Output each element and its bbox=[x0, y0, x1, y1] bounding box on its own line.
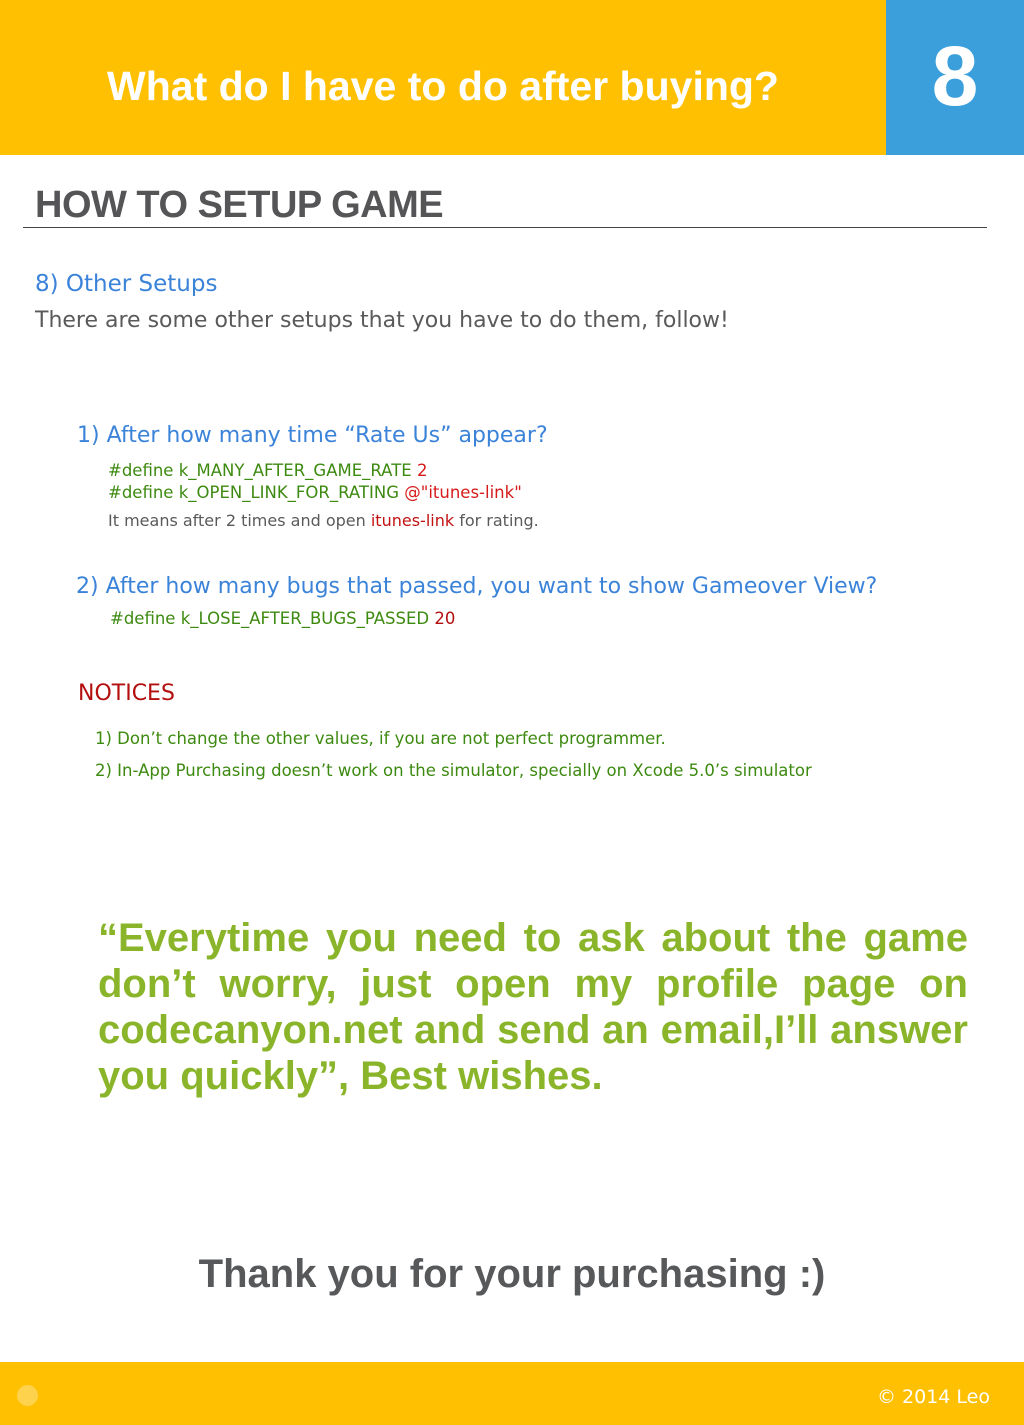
code-line: #define k_OPEN_LINK_FOR_RATING @"itunes-… bbox=[108, 482, 522, 504]
code-define: #define k_OPEN_LINK_FOR_RATING bbox=[108, 483, 399, 502]
notice-item: 2) In-App Purchasing doesn’t work on the… bbox=[95, 761, 812, 780]
quote-line: codecanyon.net and send an email,I’ll an… bbox=[98, 1008, 968, 1052]
quote-line: you quickly”, Best wishes. bbox=[98, 1054, 603, 1098]
footer-bar: © 2014 Leo bbox=[0, 1362, 1024, 1425]
explanation-text: It means after 2 times and open itunes-l… bbox=[108, 510, 539, 532]
code-value: 20 bbox=[434, 609, 456, 628]
code-value: @"itunes-link" bbox=[404, 483, 522, 502]
footer-dot-icon bbox=[17, 1385, 38, 1406]
header-bar: What do I have to do after buying? bbox=[0, 0, 886, 155]
question-1: 1) After how many time “Rate Us” appear? bbox=[77, 423, 548, 448]
section-title: HOW TO SETUP GAME bbox=[35, 184, 444, 226]
support-quote: “Everytime you need to ask about the gam… bbox=[98, 915, 968, 1099]
explanation-highlight: itunes-link bbox=[370, 511, 455, 530]
subheading: 8) Other Setups bbox=[35, 271, 218, 297]
code-define: #define k_LOSE_AFTER_BUGS_PASSED bbox=[110, 609, 430, 628]
code-define: #define k_MANY_AFTER_GAME_RATE bbox=[108, 461, 412, 480]
notice-item: 1) Don’t change the other values, if you… bbox=[95, 729, 666, 748]
page-number-box: 8 bbox=[886, 0, 1024, 155]
page-number: 8 bbox=[931, 29, 979, 123]
explanation-before: It means after 2 times and open bbox=[108, 511, 371, 530]
notices-heading: NOTICES bbox=[78, 681, 175, 706]
section-divider bbox=[23, 227, 987, 228]
thank-you-message: Thank you for your purchasing :) bbox=[198, 1252, 826, 1296]
page-title: What do I have to do after buying? bbox=[107, 63, 779, 109]
question-2: 2) After how many bugs that passed, you … bbox=[76, 574, 878, 599]
quote-line: don’t worry, just open my profile page o… bbox=[98, 962, 968, 1006]
code-value: 2 bbox=[416, 461, 428, 480]
code-line: #define k_MANY_AFTER_GAME_RATE 2 bbox=[108, 460, 427, 482]
explanation-after: for rating. bbox=[454, 511, 539, 530]
code-line: #define k_LOSE_AFTER_BUGS_PASSED 20 bbox=[110, 608, 455, 630]
copyright-text: © 2014 Leo bbox=[877, 1386, 990, 1408]
intro-text: There are some other setups that you hav… bbox=[35, 308, 729, 333]
quote-line: “Everytime you need to ask about the gam… bbox=[98, 916, 968, 960]
